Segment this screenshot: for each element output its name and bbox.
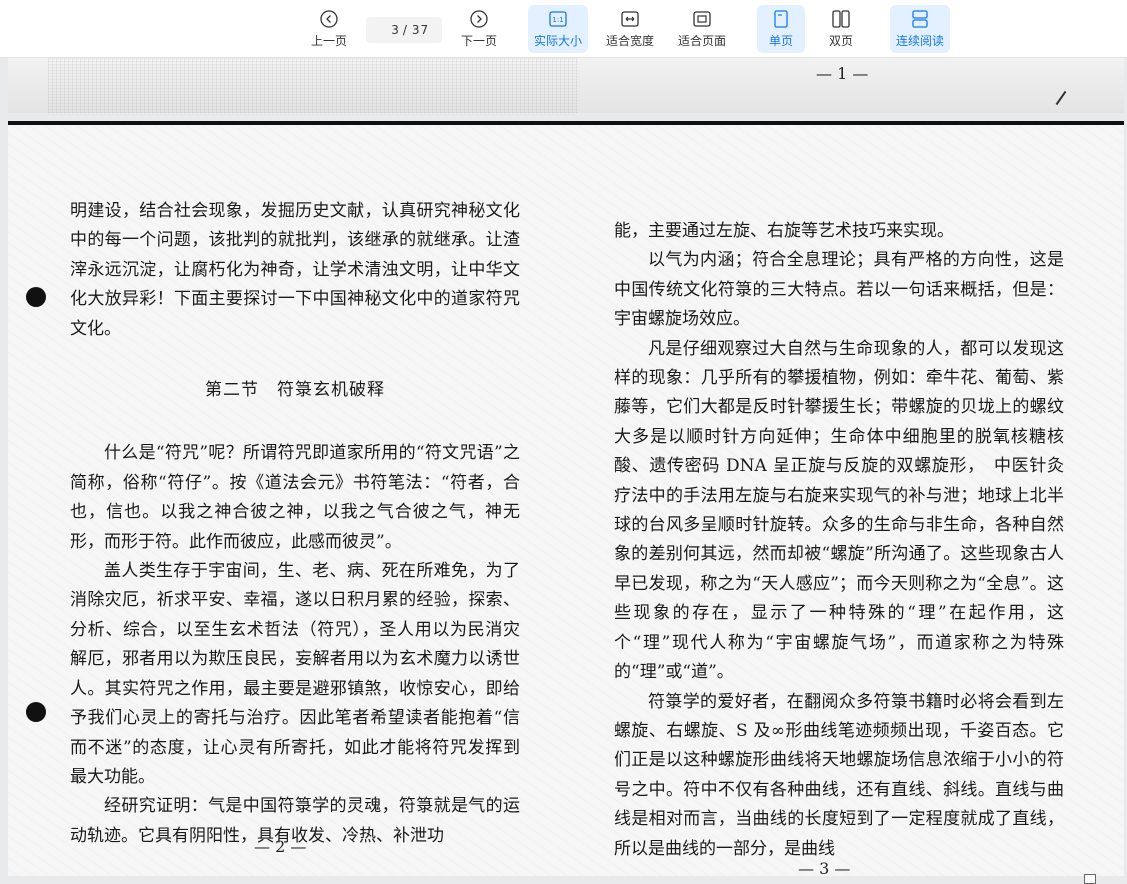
total-pages: 37	[411, 23, 430, 37]
fit-page-label: 适合页面	[677, 34, 726, 48]
continuous-reading-icon	[910, 9, 930, 29]
fit-width-icon	[620, 9, 640, 29]
single-page-label: 单页	[768, 34, 793, 48]
actual-size-icon-text: 1:1	[552, 16, 563, 24]
page-number-box: / 37	[366, 17, 442, 43]
document-viewer[interactable]: — 1 — 明建设，结合社会现象，发掘历史文献，认真研究神秘文化中的每一个问题，…	[0, 58, 1127, 876]
paragraph: 凡是仔细观察过大自然与生命现象的人，都可以发现这样的现象：几乎所有的攀援植物，例…	[614, 338, 1064, 683]
paragraph: 以气为内涵；符合全息理论；具有严格的方向性，这是中国传统文化符箓的三大特点。若以…	[614, 250, 1064, 330]
page-1-bottom: — 1 —	[8, 58, 1124, 113]
right-page-text: 能，主要通过左旋、右旋等艺术技巧来实现。 以气为内涵；符合全息理论；具有严格的方…	[614, 217, 1064, 864]
paragraph: 符箓学的爱好者，在翻阅众多符箓书籍时必将会看到左螺旋、右螺旋、S 及∞形曲线笔迹…	[614, 691, 1064, 859]
binder-hole	[26, 702, 46, 722]
actual-size-label: 实际大小	[533, 34, 582, 48]
page-view-icon[interactable]	[1084, 874, 1096, 884]
actual-size-button[interactable]: 1:1 实际大小	[528, 5, 588, 53]
next-page-button[interactable]: 下一页	[456, 5, 502, 53]
prev-page-button[interactable]: 上一页	[306, 5, 352, 53]
double-page-button[interactable]: 双页	[818, 5, 864, 53]
binder-hole	[26, 287, 46, 307]
prev-page-label: 上一页	[310, 34, 347, 48]
paragraph: 能，主要通过左旋、右旋等艺术技巧来实现。	[614, 221, 954, 241]
fit-width-label: 适合宽度	[605, 34, 654, 48]
fit-page-button[interactable]: 适合页面	[674, 5, 730, 53]
fit-width-button[interactable]: 适合宽度	[602, 5, 658, 53]
paragraph: 明建设，结合社会现象，发掘历史文献，认真研究神秘文化中的每一个问题，该批判的就批…	[70, 201, 520, 339]
double-page-icon	[831, 9, 851, 29]
double-page-label: 双页	[828, 34, 853, 48]
continuous-reading-button[interactable]: 连续阅读	[890, 5, 950, 53]
page-number-1: — 1 —	[816, 64, 869, 83]
continuous-reading-label: 连续阅读	[895, 34, 944, 48]
page-separator: /	[402, 23, 408, 37]
left-page-text: 明建设，结合社会现象，发掘历史文献，认真研究神秘文化中的每一个问题，该批判的就批…	[70, 197, 520, 851]
current-page-input[interactable]	[378, 23, 399, 37]
chevron-left-circle-icon	[319, 9, 339, 29]
scan-mark	[1055, 90, 1067, 106]
page-number-3: — 3 —	[798, 859, 851, 876]
viewer-toolbar: 上一页 / 37 下一页 1:1 实际大小 适合宽度 适合页面 单页	[0, 0, 1127, 58]
next-page-label: 下一页	[460, 34, 497, 48]
paragraph: 盖人类生存于宇宙间，生、老、病、死在所难免，为了消除灾厄，祈求平安、幸福，遂以日…	[70, 561, 520, 787]
chevron-right-circle-icon	[469, 9, 489, 29]
single-page-button[interactable]: 单页	[757, 5, 805, 53]
actual-size-icon: 1:1	[548, 9, 568, 29]
scan-texture	[48, 58, 578, 113]
single-page-icon	[771, 9, 791, 29]
status-bar	[0, 876, 1127, 884]
section-title: 第二节 符箓玄机破释	[205, 380, 385, 401]
paragraph: 什么是“符咒”呢？所谓符咒即道家所用的“符文咒语”之简称，俗称“符仔”。按《道法…	[70, 443, 520, 552]
fit-page-icon	[692, 9, 712, 29]
page-number-2: — 2 —	[254, 837, 307, 856]
page-spread-2-3: 明建设，结合社会现象，发掘历史文献，认真研究神秘文化中的每一个问题，该批判的就批…	[8, 121, 1124, 876]
